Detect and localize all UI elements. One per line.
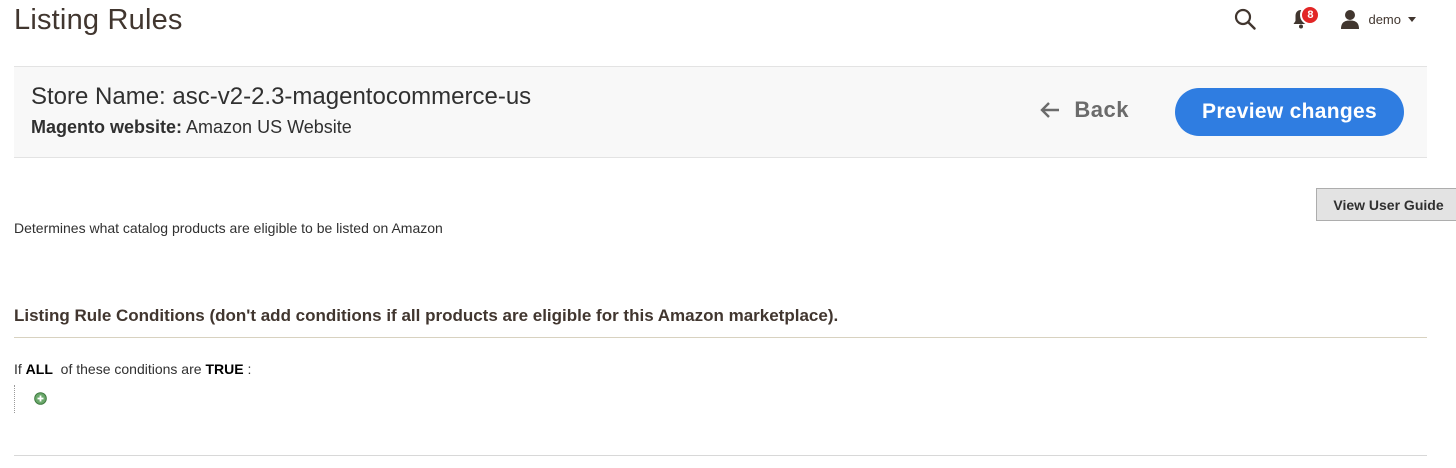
user-name: demo <box>1368 11 1401 27</box>
section-divider <box>14 337 1427 338</box>
notification-count-badge: 8 <box>1300 5 1321 25</box>
website-value: Amazon US Website <box>186 117 352 137</box>
store-name: Store Name: asc-v2-2.3-magentocommerce-u… <box>31 83 532 110</box>
view-user-guide-button[interactable]: View User Guide <box>1316 188 1456 221</box>
page-title: Listing Rules <box>14 4 183 36</box>
back-button[interactable]: Back <box>1040 97 1129 123</box>
conditions-sentence: If ALL of these conditions are TRUE : <box>14 361 251 377</box>
conditions-suffix: : <box>247 361 252 377</box>
conditions-middle: of these conditions are <box>60 361 202 377</box>
user-menu-button[interactable]: demo <box>1340 9 1416 29</box>
website-label: Magento website: <box>31 117 183 137</box>
search-icon <box>1235 8 1257 30</box>
search-button[interactable] <box>1232 6 1258 32</box>
arrow-left-icon <box>1040 102 1060 118</box>
section-title: Listing Rule Conditions (don't add condi… <box>14 306 839 325</box>
page-description: Determines what catalog products are eli… <box>14 220 443 236</box>
value-selector[interactable]: TRUE <box>205 361 243 377</box>
store-info-bar: Store Name: asc-v2-2.3-magentocommerce-u… <box>14 66 1427 158</box>
add-condition-button[interactable] <box>34 392 47 405</box>
chevron-down-icon <box>1408 16 1416 22</box>
aggregator-selector[interactable]: ALL <box>26 361 53 377</box>
preview-changes-button[interactable]: Preview changes <box>1175 88 1404 136</box>
store-website: Magento website: Amazon US Website <box>31 117 352 138</box>
conditions-tree-guide <box>14 385 15 413</box>
add-condition-icon <box>34 392 47 405</box>
header-actions: 8 demo <box>1232 5 1416 32</box>
user-icon <box>1341 10 1360 29</box>
notifications-button[interactable]: 8 <box>1288 5 1321 32</box>
bottom-divider <box>14 455 1427 456</box>
back-label: Back <box>1074 97 1129 122</box>
conditions-prefix: If <box>14 361 22 377</box>
